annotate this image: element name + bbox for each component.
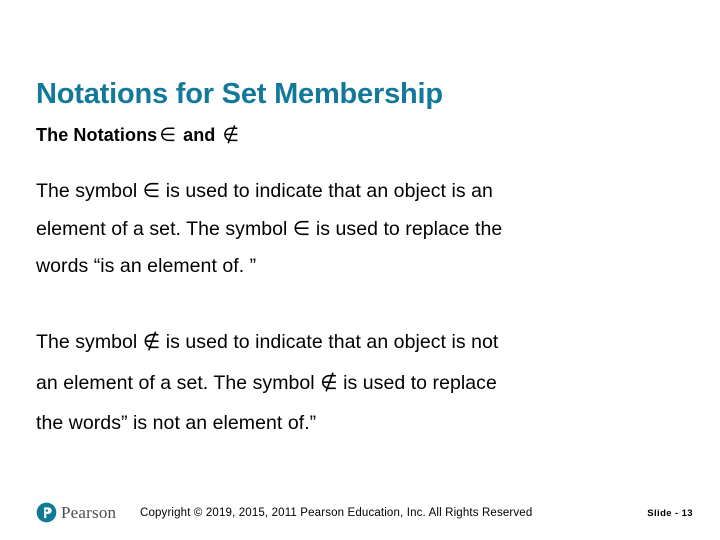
pearson-logo: Pearson xyxy=(36,502,116,523)
element-of-symbol: ∈ xyxy=(292,215,311,240)
paragraph-line: element of a set. The symbol ∈ is used t… xyxy=(36,210,684,248)
text-run: is used to indicate that an object is no… xyxy=(165,330,499,353)
text-run: is used to indicate that an object is an xyxy=(165,179,493,202)
element-of-symbol: ∈ xyxy=(142,177,161,202)
paragraph-line: words “is an element of. ” xyxy=(36,254,257,277)
section-subtitle: The Notations ∈ and ∉ xyxy=(36,124,684,148)
pearson-wordmark: Pearson xyxy=(61,503,117,522)
text-run: The symbol xyxy=(36,330,138,353)
page-title: Notations for Set Membership xyxy=(36,78,443,111)
copyright-notice: Copyright © 2019, 2015, 2011 Pearson Edu… xyxy=(140,507,533,519)
slide-body: The Notations ∈ and ∉ The symbol ∈ is use… xyxy=(36,124,684,443)
pearson-p-icon xyxy=(36,502,57,523)
subtitle-conjunction: and xyxy=(183,125,216,145)
paragraph-not-element-of: The symbol ∉ is used to indicate that an… xyxy=(36,321,684,443)
paragraph-line: the words” is not an element of.” xyxy=(36,411,317,434)
paragraph-element-of: The symbol ∈ is used to indicate that an… xyxy=(36,172,684,285)
subtitle-prefix: The Notations xyxy=(36,125,158,145)
slide-footer: Pearson Copyright © 2019, 2015, 2011 Pea… xyxy=(0,496,720,538)
not-element-of-symbol: ∉ xyxy=(320,369,338,394)
text-run: element of a set. The symbol xyxy=(36,217,288,240)
text-run: is used to replace the xyxy=(315,217,503,240)
not-element-of-symbol: ∉ xyxy=(222,124,240,146)
slide-canvas: Notations for Set Membership The Notatio… xyxy=(0,0,720,540)
text-run: The symbol xyxy=(36,179,138,202)
paragraph-line: The symbol ∈ is used to indicate that an… xyxy=(36,172,684,210)
not-element-of-symbol: ∉ xyxy=(142,328,161,353)
slide-number: Slide - 13 xyxy=(647,508,693,519)
paragraph-line: The symbol ∉ is used to indicate that an… xyxy=(36,321,684,362)
paragraph-line: an element of a set. The symbol ∉ is use… xyxy=(36,362,684,403)
element-of-symbol: ∈ xyxy=(159,124,176,146)
text-run: is used to replace xyxy=(343,371,497,394)
text-run: an element of a set. The symbol xyxy=(36,371,315,394)
